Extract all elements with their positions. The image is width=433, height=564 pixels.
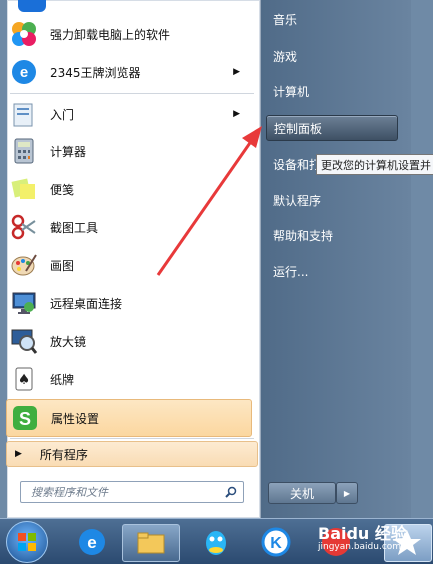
- annotation-arrow: [156, 126, 262, 276]
- taskbar-ie-button[interactable]: e: [64, 524, 120, 560]
- ie-icon: e: [79, 529, 105, 555]
- svg-text:K: K: [270, 535, 282, 552]
- taskbar-explorer-button[interactable]: [122, 524, 180, 562]
- baidu-watermark: Baidu 经验: [318, 524, 407, 543]
- taskbar-qq-button[interactable]: [188, 524, 244, 560]
- taskbar-k-button[interactable]: K: [248, 524, 304, 560]
- start-orb-button[interactable]: [6, 521, 48, 563]
- svg-text:e: e: [87, 533, 96, 552]
- k-app-icon: K: [261, 527, 291, 557]
- qq-icon: [206, 531, 226, 555]
- windows-logo-icon: [18, 533, 36, 551]
- folder-icon: [137, 532, 165, 554]
- baidu-watermark-url: jingyan.baidu.com: [318, 542, 402, 552]
